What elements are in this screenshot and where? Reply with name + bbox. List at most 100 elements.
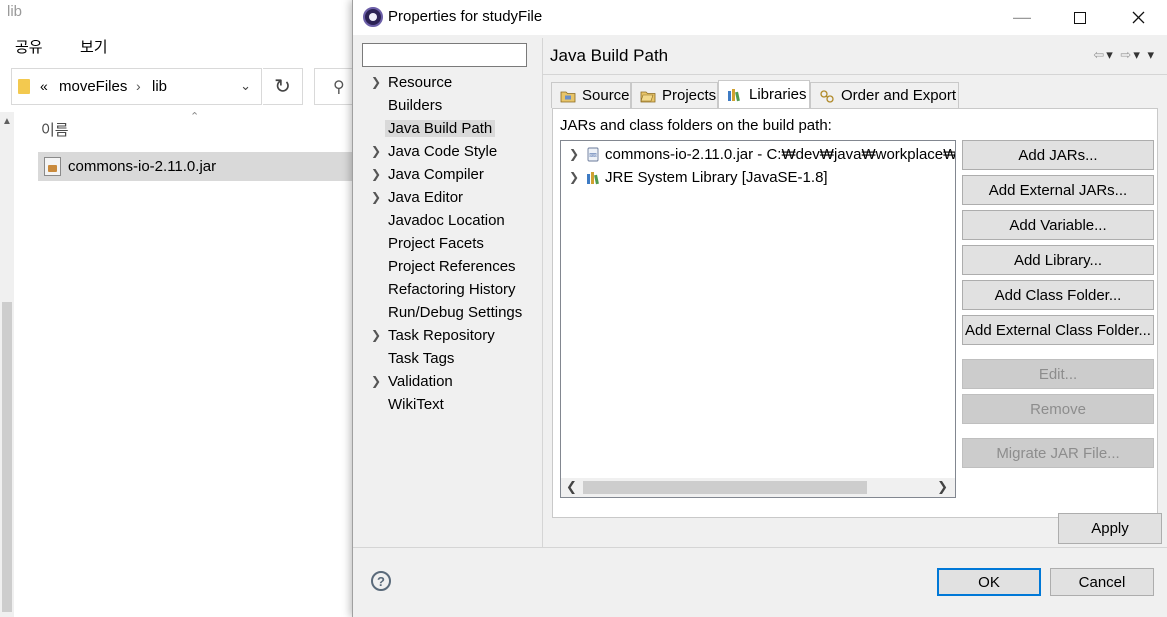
tree-item-label: Builders <box>388 97 443 114</box>
edit-button[interactable]: Edit... <box>962 359 1154 389</box>
ribbon-tab-view[interactable]: 보기 <box>80 36 108 57</box>
order-export-icon <box>820 89 834 103</box>
migrate-jar-button[interactable]: Migrate JAR File... <box>962 438 1154 468</box>
library-label: commons-io-2.11.0.jar - C:₩dev₩java₩work… <box>605 146 955 163</box>
forward-arrow-icon[interactable]: ⇨ <box>1120 47 1133 62</box>
horizontal-scrollbar[interactable]: ❮ ❯ <box>561 478 955 497</box>
jar-file-icon <box>44 157 61 176</box>
add-class-folder-button[interactable]: Add Class Folder... <box>962 280 1154 310</box>
tree-item-wikitext[interactable]: WikiText <box>371 394 543 417</box>
source-folder-icon <box>560 91 576 102</box>
tree-item-refactoring-history[interactable]: Refactoring History <box>371 279 543 302</box>
minimize-button[interactable]: — <box>993 0 1051 35</box>
ribbon-tab-share[interactable]: 공유 <box>15 36 43 57</box>
tree-item-java-build-path[interactable]: Java Build Path <box>371 118 543 141</box>
ok-button[interactable]: OK <box>937 568 1041 596</box>
tree-item-builders[interactable]: Builders <box>371 95 543 118</box>
tree-item-javadoc-location[interactable]: Javadoc Location <box>371 210 543 233</box>
tree-item-label: Project Facets <box>388 235 484 252</box>
address-bar[interactable]: « moveFiles › lib ⌄ <box>11 68 262 105</box>
close-button[interactable] <box>1109 0 1167 35</box>
library-row-commons-io[interactable]: ❯ 010 commons-io-2.11.0.jar - C:₩dev₩jav… <box>561 143 955 166</box>
tab-libraries[interactable]: Libraries <box>718 80 810 108</box>
tab-order-export-label: Order and Export <box>841 87 957 104</box>
expand-chevron-icon[interactable]: ❯ <box>371 144 381 158</box>
expand-chevron-icon[interactable]: ❯ <box>371 75 381 89</box>
library-row-jre[interactable]: ❯ JRE System Library [JavaSE-1.8] <box>561 166 955 189</box>
library-label: JRE System Library [JavaSE-1.8] <box>605 169 828 186</box>
tree-item-project-facets[interactable]: Project Facets <box>371 233 543 256</box>
tree-item-label: Java Code Style <box>388 143 498 160</box>
expand-chevron-icon[interactable]: ❯ <box>371 167 381 181</box>
expand-chevron-icon[interactable]: ❯ <box>569 170 579 184</box>
tree-item-java-compiler[interactable]: ❯ Java Compiler <box>371 164 543 187</box>
address-overflow[interactable]: « <box>40 78 48 94</box>
tree-item-java-editor[interactable]: ❯ Java Editor <box>371 187 543 210</box>
help-icon[interactable]: ? <box>371 571 391 591</box>
add-external-jars-button[interactable]: Add External JARs... <box>962 175 1154 205</box>
jre-library-icon <box>587 172 599 185</box>
add-variable-button[interactable]: Add Variable... <box>962 210 1154 240</box>
tree-item-label: Javadoc Location <box>388 212 505 229</box>
svg-text:010: 010 <box>590 153 598 157</box>
tree-item-validation[interactable]: ❯ Validation <box>371 371 543 394</box>
maximize-button[interactable] <box>1051 0 1109 35</box>
expand-chevron-icon[interactable]: ❯ <box>569 147 579 161</box>
refresh-icon[interactable]: ↻ <box>263 68 303 105</box>
tree-item-label: Java Build Path <box>385 120 496 137</box>
expand-chevron-icon[interactable]: ❯ <box>371 374 381 388</box>
file-row[interactable]: commons-io-2.11.0.jar <box>38 152 354 181</box>
tree-item-project-references[interactable]: Project References <box>371 256 543 279</box>
file-name: commons-io-2.11.0.jar <box>68 158 217 175</box>
scrollbar-thumb[interactable] <box>2 302 12 612</box>
sash-divider[interactable] <box>542 38 543 548</box>
properties-dialog: Properties for studyFile — ❯ Resource Buil… <box>352 0 1167 617</box>
explorer-scrollbar[interactable]: ▲ <box>0 112 14 617</box>
tree-item-run-debug-settings[interactable]: Run/Debug Settings <box>371 302 543 325</box>
add-jars-button[interactable]: Add JARs... <box>962 140 1154 170</box>
back-menu-icon[interactable]: ▾ <box>1106 47 1115 62</box>
libraries-tree[interactable]: ❯ 010 commons-io-2.11.0.jar - C:₩dev₩jav… <box>560 140 956 498</box>
file-explorer-window: lib 공유 보기 « moveFiles › lib ⌄ ↻ ⚲ ▲ 이름 ⌃… <box>0 0 364 617</box>
expand-chevron-icon[interactable]: ❯ <box>371 190 381 204</box>
tree-item-java-code-style[interactable]: ❯ Java Code Style <box>371 141 543 164</box>
scroll-up-icon[interactable]: ▲ <box>2 116 12 127</box>
forward-menu-icon[interactable]: ▾ <box>1133 47 1142 62</box>
tree-item-task-repository[interactable]: ❯ Task Repository <box>371 325 543 348</box>
dialog-titlebar[interactable]: Properties for studyFile — <box>353 0 1167 35</box>
folder-icon <box>18 79 30 94</box>
jar-icon: 010 <box>587 147 599 162</box>
filter-input[interactable] <box>362 43 527 67</box>
breadcrumb-lib[interactable]: lib <box>152 78 167 95</box>
cancel-button[interactable]: Cancel <box>1050 568 1154 596</box>
breadcrumb-movefiles[interactable]: moveFiles <box>59 78 127 95</box>
scroll-right-icon[interactable]: ❯ <box>937 479 948 495</box>
chevron-down-icon[interactable]: ⌄ <box>240 78 251 94</box>
expand-chevron-icon[interactable]: ❯ <box>371 328 381 342</box>
apply-button[interactable]: Apply <box>1058 513 1162 544</box>
eclipse-icon <box>363 7 383 27</box>
header-divider <box>543 74 1167 75</box>
explorer-window-title: lib <box>7 3 23 20</box>
add-library-button[interactable]: Add Library... <box>962 245 1154 275</box>
column-header-name[interactable]: 이름 <box>41 119 69 140</box>
tab-projects-label: Projects <box>662 87 717 104</box>
tab-source-label: Source <box>582 87 630 104</box>
scroll-left-icon[interactable]: ❮ <box>566 479 577 495</box>
tree-item-label: WikiText <box>388 396 444 413</box>
back-arrow-icon[interactable]: ⇦ <box>1093 47 1106 62</box>
close-icon <box>1132 11 1144 24</box>
tab-projects[interactable]: Projects <box>631 82 718 108</box>
tab-order-export[interactable]: Order and Export <box>810 82 959 108</box>
sort-caret-icon: ⌃ <box>190 111 200 123</box>
tree-item-label: Java Compiler <box>388 166 484 183</box>
scrollbar-thumb[interactable] <box>583 481 867 494</box>
tree-item-label: Task Tags <box>388 350 455 367</box>
tree-item-label: Task Repository <box>388 327 495 344</box>
tab-source[interactable]: Source <box>551 82 631 108</box>
add-external-class-folder-button[interactable]: Add External Class Folder... <box>962 315 1154 345</box>
remove-button[interactable]: Remove <box>962 394 1154 424</box>
tree-item-task-tags[interactable]: Task Tags <box>371 348 543 371</box>
tree-item-resource[interactable]: ❯ Resource <box>371 72 543 95</box>
view-menu-icon[interactable]: ▾ <box>1147 47 1156 62</box>
